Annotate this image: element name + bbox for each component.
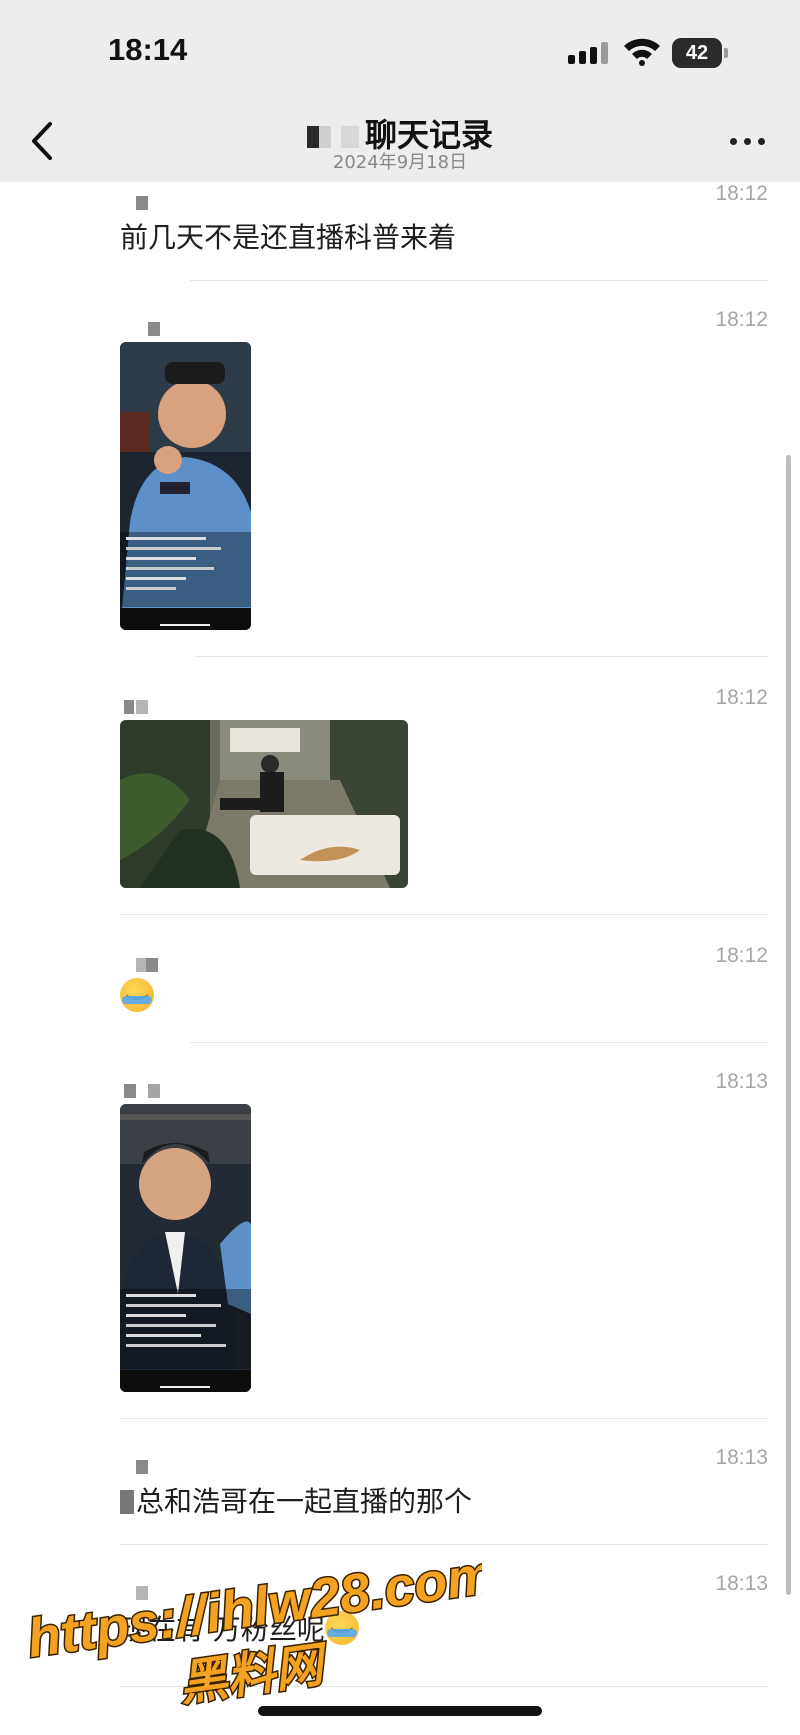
message-time: 18:13 — [715, 1572, 768, 1595]
status-time: 18:14 — [108, 32, 188, 67]
message-text — [120, 978, 154, 1013]
divider — [120, 914, 768, 915]
sender-avatar-blur — [136, 196, 150, 210]
message-time: 18:12 — [715, 182, 768, 205]
chat-message: 18:13 总和浩哥在一起直播的那个 — [0, 1446, 800, 1546]
message-text: 现在有 万粉丝呢 — [120, 1608, 359, 1648]
wifi-icon — [624, 38, 660, 66]
message-time: 18:13 — [715, 1446, 768, 1469]
message-text: 前几天不是还直播科普来着 — [120, 221, 457, 254]
divider — [120, 1686, 768, 1687]
chat-message: 18:13 — [0, 1070, 800, 1420]
crying-laughing-emoji-icon — [120, 978, 154, 1012]
blurred-char — [120, 1490, 134, 1514]
blurred-name — [306, 126, 359, 148]
video-thumbnail[interactable] — [120, 1104, 251, 1392]
chat-message: 18:12 — [0, 686, 800, 916]
home-indicator[interactable] — [258, 1706, 542, 1716]
scrollbar[interactable] — [786, 455, 791, 1595]
sender-avatar-blur — [148, 322, 162, 336]
divider — [195, 656, 768, 657]
divider — [190, 280, 768, 281]
crying-laughing-emoji-icon — [324, 1611, 359, 1645]
divider — [120, 1418, 768, 1419]
divider — [120, 1544, 768, 1545]
chat-message: 18:12 — [0, 944, 800, 1044]
sender-avatar-blur — [136, 958, 162, 972]
battery-level: 42 — [672, 38, 722, 68]
chat-message: 18:12 — [0, 308, 800, 658]
chat-date: 2024年9月18日 — [332, 152, 468, 173]
sender-avatar-blur — [136, 1586, 150, 1600]
message-text: 总和浩哥在一起直播的那个 — [120, 1480, 472, 1520]
chat-message: 18:12 前几天不是还直播科普来着 — [0, 182, 800, 282]
sender-avatar-blur — [136, 1460, 150, 1474]
more-options-button[interactable] — [726, 126, 770, 156]
message-time: 18:13 — [715, 1070, 768, 1093]
photo-thumbnail[interactable] — [120, 720, 408, 888]
message-time: 18:12 — [715, 944, 768, 967]
chat-message: 18:13 现在有 万粉丝呢 — [0, 1572, 800, 1692]
video-thumbnail[interactable] — [120, 342, 251, 630]
message-time: 18:12 — [715, 686, 768, 709]
divider — [190, 1042, 768, 1043]
cellular-signal-icon — [568, 42, 610, 64]
message-time: 18:12 — [715, 308, 768, 331]
battery-icon: 42 — [672, 38, 728, 68]
sender-avatar-blur — [124, 700, 150, 714]
nav-header: 18:14 42 聊天记录 2024年9月18日 — [0, 0, 800, 182]
sender-avatar-blur — [124, 1084, 164, 1098]
